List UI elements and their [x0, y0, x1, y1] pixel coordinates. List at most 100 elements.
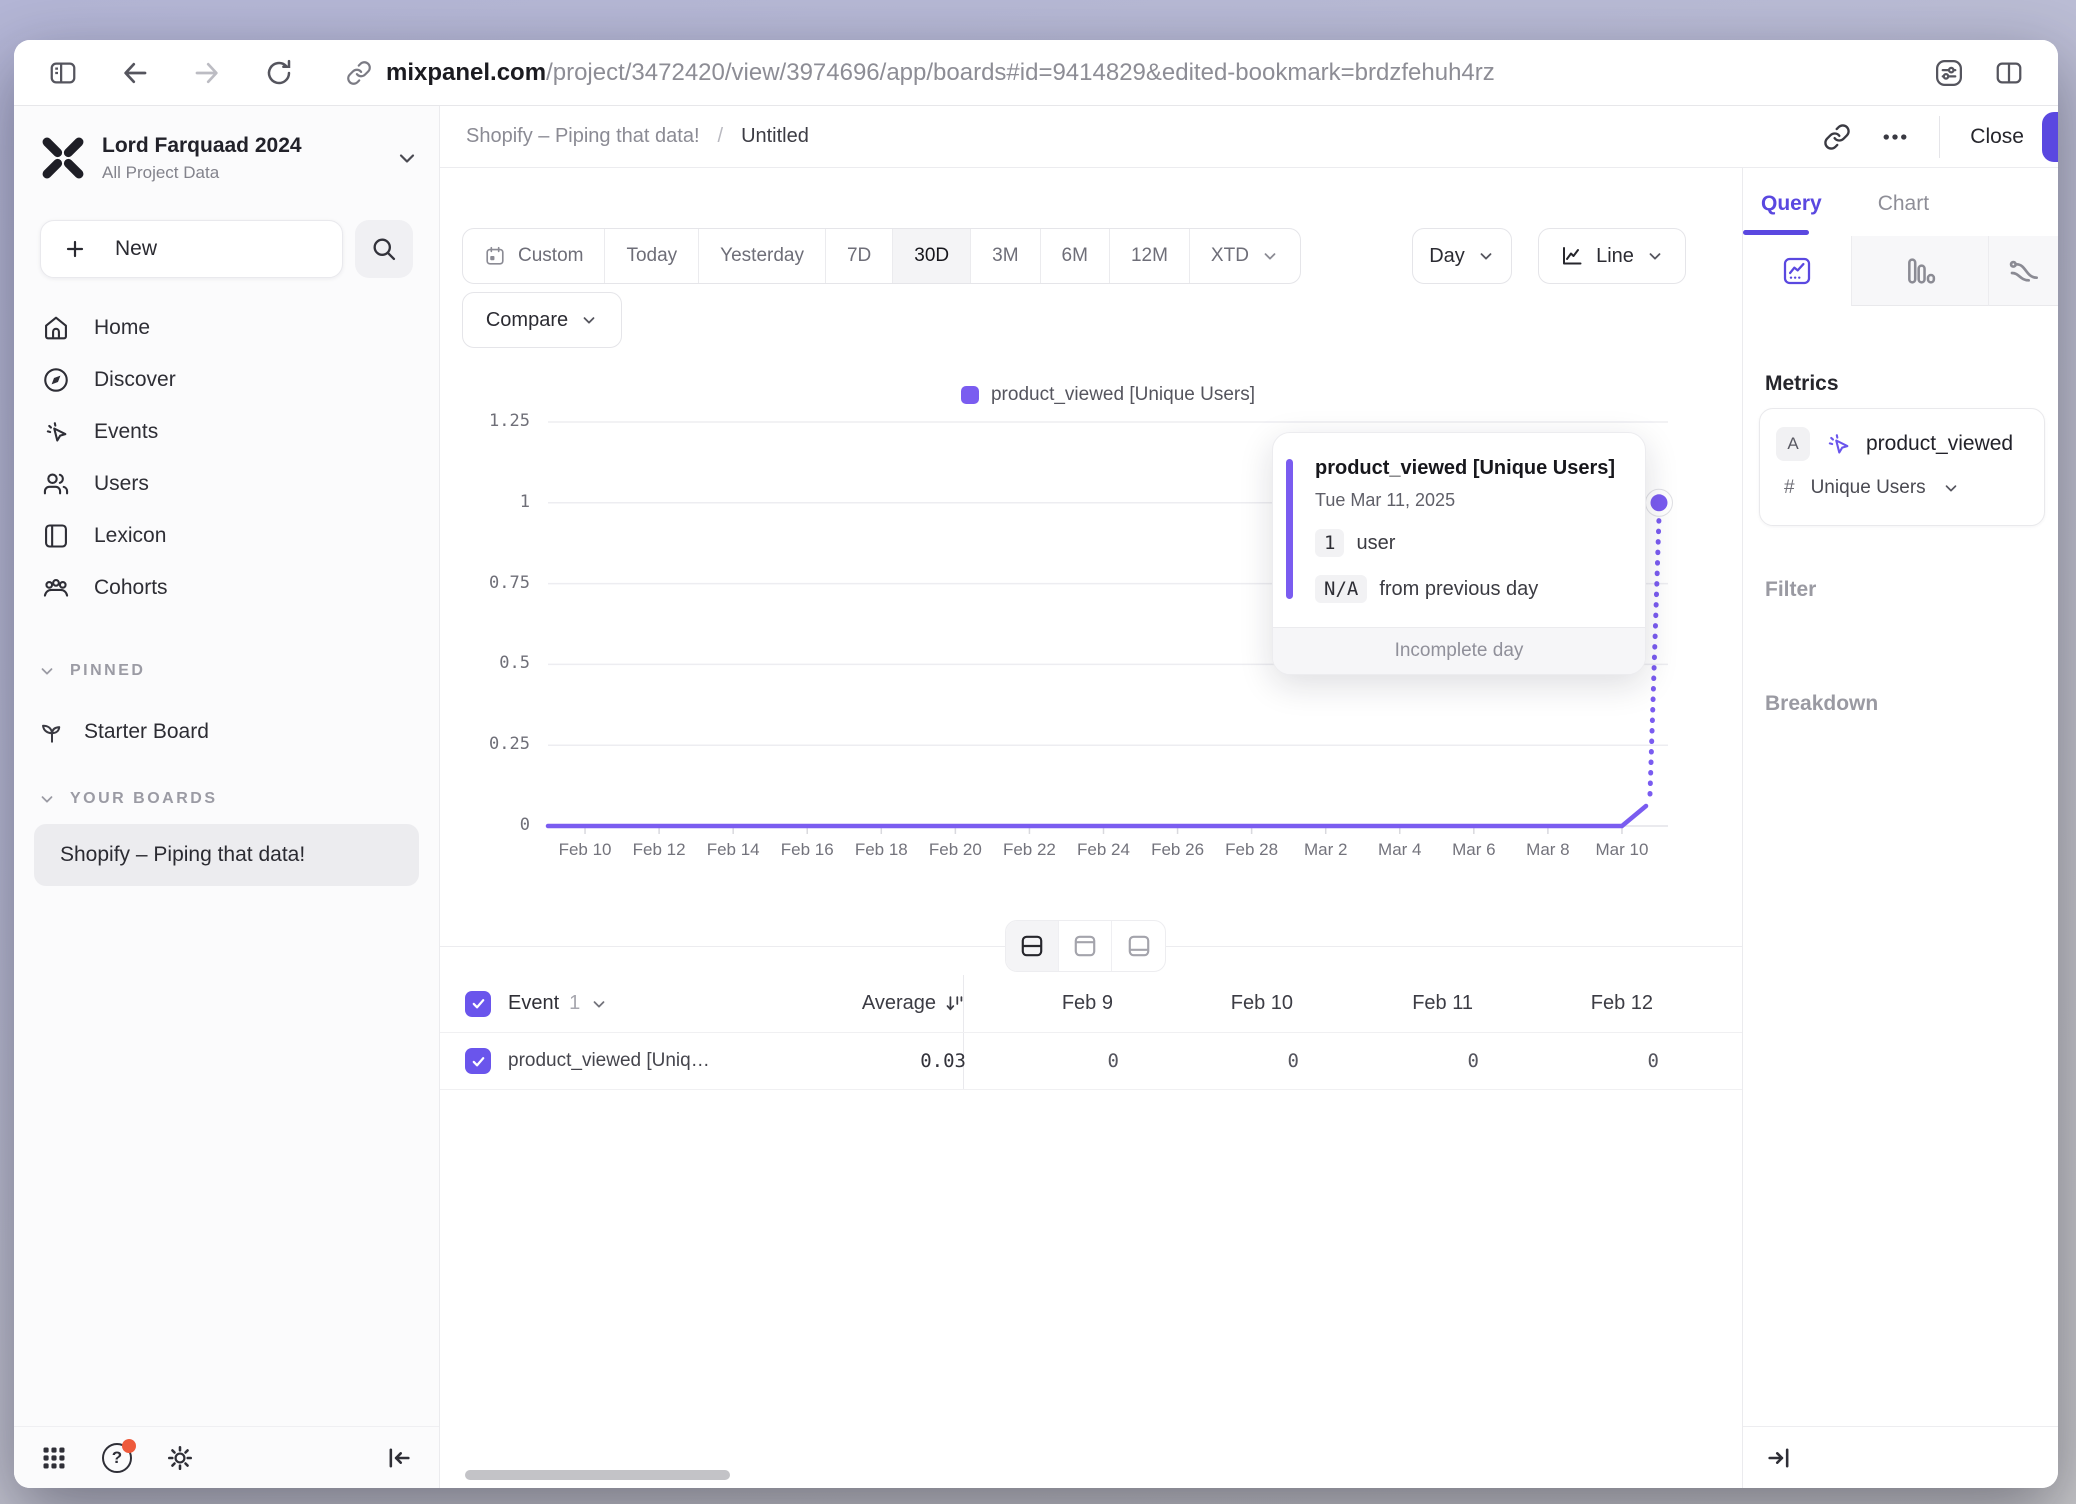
row-checkbox[interactable] — [465, 1048, 491, 1074]
y-axis-label: 0.75 — [489, 573, 530, 593]
browser-sidebar-toggle-icon[interactable] — [48, 58, 78, 88]
range-custom[interactable]: Custom — [463, 229, 605, 283]
tooltip-footer: Incomplete day — [1273, 627, 1645, 674]
row-event-name: product_viewed [Uniq… — [508, 1033, 710, 1089]
y-axis-label: 0.25 — [489, 734, 530, 754]
chevron-down-icon — [580, 311, 598, 329]
sidebar-item-discover[interactable]: Discover — [14, 354, 439, 406]
sidebar-item-label: Home — [94, 316, 150, 340]
sidebar-item-users[interactable]: Users — [14, 458, 439, 510]
breadcrumb-board[interactable]: Shopify – Piping that data! — [466, 125, 700, 148]
bar-chart-tab[interactable] — [1851, 236, 1988, 306]
project-switcher[interactable]: Lord Farquaad 2024 All Project Data — [40, 128, 419, 188]
select-all-checkbox[interactable] — [465, 991, 491, 1017]
calendar-icon — [484, 245, 506, 267]
aggregation-label: Unique Users — [1811, 477, 1926, 499]
sidebar-item-events[interactable]: Events — [14, 406, 439, 458]
close-button[interactable]: Close — [1970, 125, 2024, 149]
horizontal-scrollbar[interactable] — [465, 1470, 730, 1480]
layout-table-toggle[interactable] — [1112, 921, 1165, 971]
row-cell-value: 0 — [1503, 1033, 1683, 1089]
more-options-icon[interactable] — [1881, 123, 1909, 151]
row-cell-value: 0 — [1143, 1033, 1323, 1089]
gear-icon[interactable] — [166, 1444, 194, 1472]
chart-legend[interactable]: product_viewed [Unique Users] — [548, 384, 1668, 406]
compare-button[interactable]: Compare — [462, 292, 622, 348]
sidebar-item-label: Events — [94, 420, 158, 444]
sidebar-item-active-board[interactable]: Shopify – Piping that data! — [34, 824, 419, 886]
tab-query[interactable]: Query — [1761, 192, 1822, 216]
legend-label: product_viewed [Unique Users] — [991, 384, 1255, 406]
notification-dot — [122, 1439, 136, 1453]
tooltip-value-unit: user — [1356, 532, 1395, 555]
range-xtd[interactable]: XTD — [1190, 229, 1300, 283]
sidebar-item-label: Users — [94, 472, 149, 496]
layout-chart-toggle[interactable] — [1059, 921, 1112, 971]
your-boards-label: YOUR BOARDS — [70, 790, 218, 808]
help-button[interactable]: ? — [102, 1443, 132, 1473]
cursor-click-icon — [42, 418, 70, 446]
x-axis: Feb 10Feb 12Feb 14Feb 16Feb 18Feb 20Feb … — [548, 840, 1678, 864]
breadcrumb-page-title[interactable]: Untitled — [741, 125, 809, 148]
app-sidebar: Lord Farquaad 2024 All Project Data New — [14, 106, 440, 1488]
collapse-panel-icon[interactable] — [1765, 1444, 1793, 1472]
table-header-row: Event 1 Average Feb 9 Feb 10 Feb 11 Feb … — [440, 975, 1742, 1033]
average-column-header[interactable]: Average — [740, 975, 966, 1032]
new-button[interactable]: New — [40, 220, 343, 278]
range-30d[interactable]: 30D — [893, 229, 971, 283]
back-icon[interactable] — [120, 58, 150, 88]
series-line — [548, 806, 1646, 826]
search-icon — [370, 235, 398, 263]
plus-icon — [63, 237, 87, 261]
range-today[interactable]: Today — [605, 229, 699, 283]
browser-split-view-icon[interactable] — [1994, 58, 2024, 88]
collapse-sidebar-icon[interactable] — [385, 1444, 413, 1472]
query-panel: Query Chart Metrics A product_viewed # U… — [1742, 168, 2058, 1488]
address-bar[interactable]: mixpanel.com/project/3472420/view/397469… — [346, 59, 1495, 87]
layout-split-toggle[interactable] — [1006, 921, 1059, 971]
flows-chart-tab[interactable] — [1988, 236, 2058, 306]
url-path: /project/3472420/view/3974696/app/boards… — [546, 59, 1495, 86]
sidebar-item-home[interactable]: Home — [14, 302, 439, 354]
range-7d[interactable]: 7D — [826, 229, 893, 283]
apps-grid-icon[interactable] — [40, 1444, 68, 1472]
chart-type-dropdown[interactable]: Line — [1538, 228, 1686, 284]
chevron-down-icon — [395, 146, 419, 170]
tab-chart[interactable]: Chart — [1878, 192, 1929, 216]
your-boards-section-header[interactable]: YOUR BOARDS — [38, 786, 419, 812]
range-6m[interactable]: 6M — [1041, 229, 1110, 283]
filter-header[interactable]: Filter — [1765, 578, 1816, 602]
date-column-header: Feb 11 — [1323, 975, 1503, 1032]
chevron-down-icon — [38, 662, 56, 680]
event-column-header[interactable]: Event 1 — [508, 975, 608, 1032]
query-panel-bottom-bar — [1743, 1426, 2058, 1488]
active-tab-underline — [1743, 230, 1809, 235]
range-3m[interactable]: 3M — [971, 229, 1040, 283]
range-yesterday[interactable]: Yesterday — [699, 229, 826, 283]
chart-tooltip: product_viewed [Unique Users] Tue Mar 11… — [1272, 432, 1646, 675]
browser-tune-icon[interactable] — [1934, 58, 1964, 88]
forward-icon[interactable] — [192, 58, 222, 88]
metric-card[interactable]: A product_viewed # Unique Users — [1759, 408, 2045, 526]
pinned-section-header[interactable]: PINNED — [38, 658, 419, 684]
insights-chart-tab[interactable] — [1743, 236, 1851, 306]
sidebar-item-cohorts[interactable]: Cohorts — [14, 562, 439, 614]
search-button[interactable] — [355, 220, 413, 278]
data-point[interactable] — [1651, 494, 1668, 511]
metric-aggregation[interactable]: # Unique Users — [1760, 461, 2044, 499]
seedling-icon — [38, 718, 66, 746]
mixpanel-logo-icon — [40, 135, 86, 181]
reload-icon[interactable] — [264, 58, 294, 88]
breakdown-header[interactable]: Breakdown — [1765, 692, 1878, 716]
copy-link-icon[interactable] — [1823, 123, 1851, 151]
table-row[interactable]: product_viewed [Uniq… 0.03 0 0 0 0 — [440, 1033, 1742, 1090]
save-button-partial[interactable] — [2042, 112, 2058, 162]
sidebar-item-lexicon[interactable]: Lexicon — [14, 510, 439, 562]
pinned-label: PINNED — [70, 662, 145, 680]
range-12m[interactable]: 12M — [1110, 229, 1190, 283]
metric-letter-badge: A — [1776, 427, 1810, 461]
sidebar-item-starter-board[interactable]: Starter Board — [38, 706, 419, 758]
granularity-dropdown[interactable]: Day — [1412, 228, 1512, 284]
chevron-down-icon — [38, 790, 56, 808]
tooltip-value: 1 — [1315, 529, 1344, 557]
